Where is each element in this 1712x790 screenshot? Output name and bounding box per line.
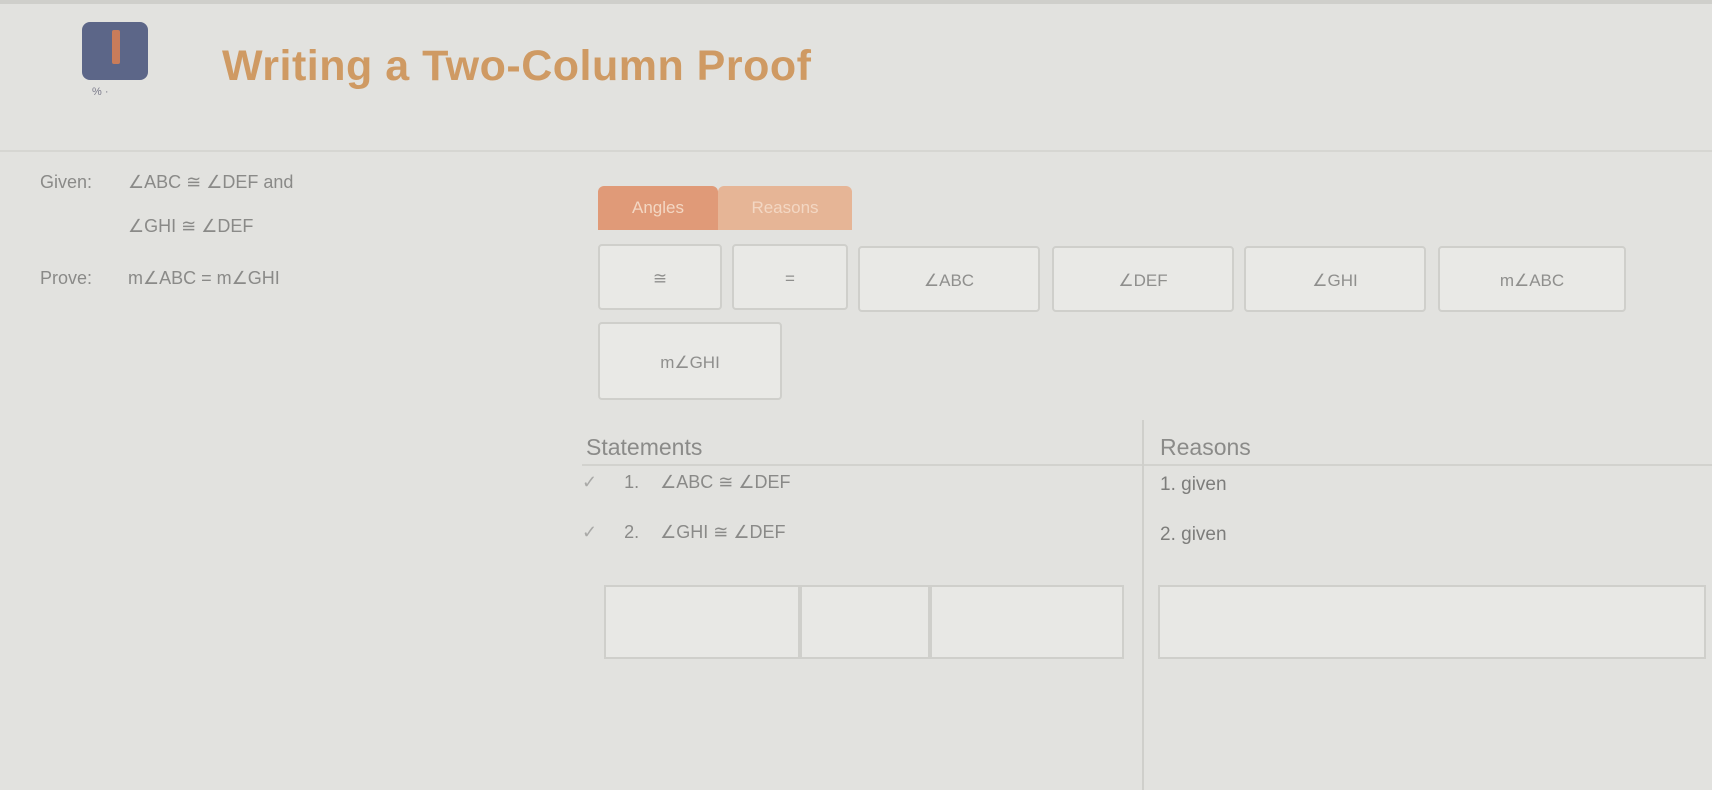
check-icon: ✓: [582, 472, 598, 492]
statement-number: 2.: [624, 522, 640, 542]
header-divider: [582, 464, 1712, 466]
tab-reasons[interactable]: Reasons: [718, 186, 852, 230]
given-label: Given:: [40, 172, 93, 192]
given-line-1: ∠ABC ≅ ∠DEF and: [128, 172, 294, 192]
chip-angle-abc[interactable]: ∠ABC: [858, 246, 1040, 312]
reason-slot[interactable]: [1158, 585, 1706, 659]
reason-row-1: 1. given: [1160, 474, 1227, 495]
prove-label: Prove:: [40, 268, 93, 288]
statement-row-2: ✓ 2. ∠GHI ≅ ∠DEF: [582, 522, 786, 543]
chip-congruent[interactable]: ≅: [598, 244, 722, 310]
statement-row-1: ✓ 1. ∠ABC ≅ ∠DEF: [582, 472, 791, 493]
chip-m-angle-ghi[interactable]: m∠GHI: [598, 322, 782, 400]
reason-row-2: 2. given: [1160, 524, 1227, 545]
prove-expression: m∠ABC = m∠GHI: [128, 268, 280, 288]
badge-stripe: [112, 30, 120, 64]
chip-angle-def[interactable]: ∠DEF: [1052, 246, 1234, 312]
statements-header: Statements: [586, 434, 703, 460]
chip-angle-ghi[interactable]: ∠GHI: [1244, 246, 1426, 312]
given-line-2: ∠GHI ≅ ∠DEF: [128, 216, 254, 236]
lesson-header: % · Writing a Two-Column Proof: [0, 0, 1712, 152]
lesson-badge-icon: [82, 22, 148, 80]
reasons-header: Reasons: [1160, 434, 1251, 460]
badge-caption: % ·: [92, 86, 109, 98]
column-divider: [1142, 420, 1144, 790]
statement-slot-1[interactable]: [604, 585, 800, 659]
page-title: Writing a Two-Column Proof: [222, 42, 812, 90]
chip-equals[interactable]: =: [732, 244, 848, 310]
chip-m-angle-abc[interactable]: m∠ABC: [1438, 246, 1626, 312]
statement-slot-3[interactable]: [930, 585, 1124, 659]
statement-number: 1.: [624, 472, 640, 492]
check-icon: ✓: [582, 522, 598, 542]
tab-angles[interactable]: Angles: [598, 186, 718, 230]
statement-slot-2[interactable]: [800, 585, 930, 659]
statement-text: ∠GHI ≅ ∠DEF: [660, 522, 786, 542]
statement-text: ∠ABC ≅ ∠DEF: [660, 472, 791, 492]
